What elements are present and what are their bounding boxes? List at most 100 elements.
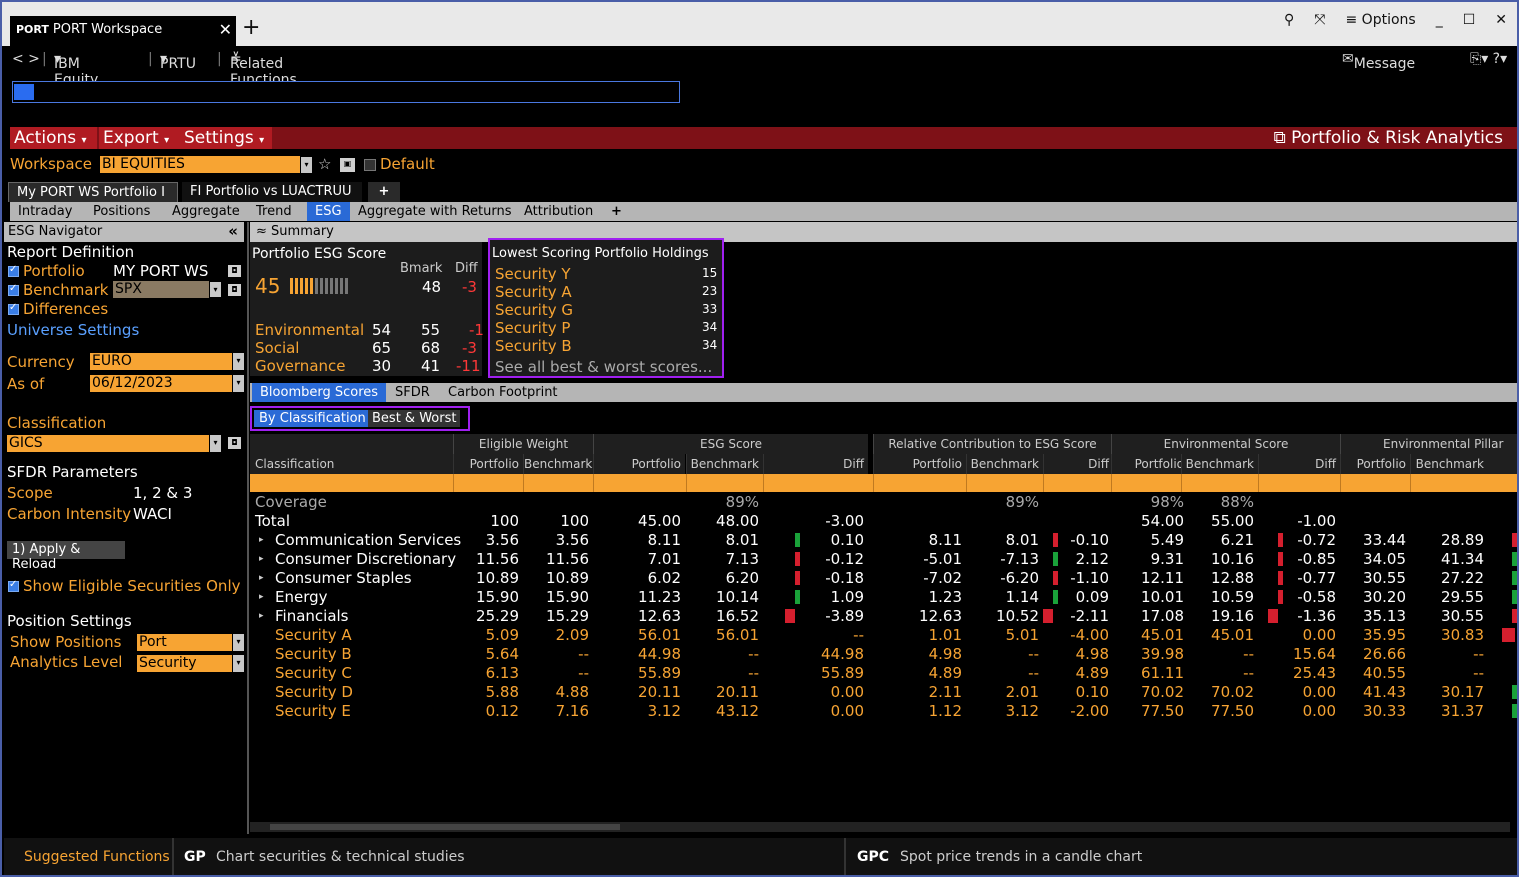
benchmark-dropdown-icon[interactable]: ▾ <box>210 282 221 297</box>
show-positions-dropdown-icon[interactable]: ▾ <box>233 634 244 651</box>
window-tab[interactable]: PORT PORT Workspace ✕ <box>10 16 236 46</box>
portfolio-checkbox[interactable] <box>8 264 19 277</box>
add-sub-tab-icon[interactable]: + <box>611 204 622 219</box>
table-row[interactable]: Security D 5.88 4.88 20.11 20.11 0.00 2.11 2.01… <box>250 683 1517 702</box>
analytics-level-field[interactable]: Security <box>137 655 232 672</box>
differences-checkbox[interactable] <box>8 302 19 315</box>
column-header[interactable]: Benchmark <box>1181 454 1258 474</box>
universe-settings-link[interactable]: Universe Settings <box>7 321 139 339</box>
options-button[interactable]: ≡ Options <box>1345 12 1415 28</box>
table-row[interactable]: Security B 5.64 -- 44.98 -- 44.98 4.98 -- 4.98 39… <box>250 645 1517 664</box>
message-button[interactable]: ✉ Message <box>1342 51 1415 72</box>
column-header[interactable]: Portfolio <box>453 454 523 474</box>
currency-dropdown-icon[interactable]: ▾ <box>233 353 244 370</box>
classification-header[interactable]: Classification <box>250 454 453 474</box>
classification-dropdown-icon[interactable]: ▾ <box>210 435 221 452</box>
expand-icon[interactable]: ⤧ <box>1314 12 1325 28</box>
lowest-holding-name[interactable]: Security G <box>495 301 573 319</box>
currency-field[interactable]: EURO <box>90 353 232 370</box>
scrollbar-thumb[interactable] <box>270 824 620 830</box>
table-row[interactable]: Consumer Staples ▸ 10.89 10.89 6.02 6.20 -0.18… <box>250 569 1517 588</box>
table-row[interactable]: Communication Services ▸ 3.56 3.56 8.11 8.01 0… <box>250 531 1517 550</box>
classification-lookup-icon[interactable]: ◘ <box>228 437 241 449</box>
default-checkbox[interactable] <box>364 159 376 171</box>
see-all-link[interactable]: See all best & worst scores... <box>495 358 712 376</box>
benchmark-field[interactable]: SPX <box>113 281 209 298</box>
tab-trend[interactable]: Trend <box>256 204 292 219</box>
gpc-function-code[interactable]: GPC <box>857 849 889 865</box>
table-row[interactable]: Energy ▸ 15.90 15.90 11.23 10.14 1.09 1.23 1.14 0… <box>250 588 1517 607</box>
export-menu[interactable]: Export ▾ <box>99 127 184 149</box>
table-row[interactable]: Security A 5.09 2.09 56.01 56.01 -- 1.01 5.01 -4… <box>250 626 1517 645</box>
gp-function-code[interactable]: GP <box>184 849 206 865</box>
expand-row-icon[interactable]: ▸ <box>259 531 264 550</box>
expand-row-icon[interactable]: ▸ <box>259 588 264 607</box>
tab-positions[interactable]: Positions <box>93 204 150 219</box>
collapse-icon[interactable]: « <box>228 222 238 240</box>
expand-row-icon[interactable]: ▸ <box>259 550 264 569</box>
workspace-dropdown-icon[interactable]: ▾ <box>301 157 312 173</box>
summary-header[interactable]: ≈ Summary <box>250 222 1517 242</box>
column-header[interactable]: Portfolio <box>873 454 966 474</box>
expand-row-icon[interactable]: ▸ <box>259 607 264 626</box>
scope-value[interactable]: 1, 2 & 3 <box>133 484 192 502</box>
column-header[interactable]: Benchmark <box>966 454 1043 474</box>
table-row[interactable]: Consumer Discretionary ▸ 11.56 11.56 7.01 7.1… <box>250 550 1517 569</box>
lowest-holding-name[interactable]: Security P <box>495 319 570 337</box>
doc-tab-1[interactable]: My PORT WS Portfolio I <box>8 182 178 202</box>
tab-esg[interactable]: ESG <box>307 202 350 221</box>
classification-field[interactable]: GICS <box>7 435 209 452</box>
table-row[interactable]: Total 100 100 45.00 48.00 -3.00 54.00 55.00 -1.0… <box>250 512 1517 531</box>
close-tab-icon[interactable]: ✕ <box>219 20 232 39</box>
search-person-icon[interactable]: ⚲ <box>1284 12 1294 28</box>
horizontal-scrollbar[interactable] <box>250 822 1510 832</box>
table-row[interactable]: Security C 6.13 -- 55.89 -- 55.89 4.89 -- 4.89 61… <box>250 664 1517 683</box>
column-header[interactable]: Benchmark <box>1410 454 1488 474</box>
settings-menu[interactable]: Settings ▾ <box>180 127 272 149</box>
tab-carbon-footprint[interactable]: Carbon Footprint <box>448 385 558 400</box>
expand-row-icon[interactable]: ▸ <box>259 569 264 588</box>
table-row[interactable]: Security E 0.12 7.16 3.12 43.12 0.00 1.12 3.12 -… <box>250 702 1517 721</box>
column-header[interactable]: Diff <box>763 454 868 474</box>
column-header[interactable]: Diff <box>1258 454 1340 474</box>
doc-tab-2[interactable]: FI Portfolio vs LUACTRUU <box>182 182 362 202</box>
gp-function-desc[interactable]: Chart securities & technical studies <box>216 849 465 865</box>
column-header[interactable]: Portfolio <box>1340 454 1410 474</box>
back-forward-icon[interactable]: < > <box>12 51 40 67</box>
portfolio-lookup-icon[interactable]: ◘ <box>228 265 241 277</box>
lowest-holding-name[interactable]: Security B <box>495 337 572 355</box>
maximize-icon[interactable]: ☐ <box>1463 12 1476 28</box>
gpc-function-desc[interactable]: Spot price trends in a candle chart <box>900 849 1142 865</box>
new-tab-icon[interactable]: + <box>242 16 260 40</box>
show-eligible-checkbox[interactable] <box>8 579 19 592</box>
tab-best-worst[interactable]: Best & Worst <box>368 410 461 427</box>
function-dropdown[interactable]: PRTU ▾ <box>160 51 196 72</box>
apply-reload-button[interactable]: 1) Apply & Reload <box>7 541 125 572</box>
minimize-icon[interactable]: _ <box>1436 12 1443 28</box>
column-header[interactable]: Diff <box>1043 454 1113 474</box>
column-header[interactable]: Portfolio <box>593 454 685 474</box>
actions-menu[interactable]: Actions ▾ <box>10 127 97 149</box>
filter-row[interactable] <box>250 474 1517 492</box>
column-header[interactable]: Benchmark <box>523 454 593 474</box>
analytics-level-dropdown-icon[interactable]: ▾ <box>233 655 244 672</box>
benchmark-checkbox[interactable] <box>8 283 19 296</box>
add-doc-tab-icon[interactable]: + <box>368 182 400 202</box>
lowest-holding-name[interactable]: Security Y <box>495 265 571 283</box>
star-icon[interactable]: ☆ <box>318 155 331 173</box>
command-line[interactable] <box>12 81 680 103</box>
tab-aggregate[interactable]: Aggregate <box>172 204 240 219</box>
carbon-value[interactable]: WACI <box>133 505 172 523</box>
save-icon[interactable]: ▣ <box>340 158 355 172</box>
tab-attribution[interactable]: Attribution <box>524 204 593 219</box>
column-header[interactable]: Benchmark <box>686 454 763 474</box>
help-icon[interactable]: ⎘▾ ?▾ <box>1470 51 1507 67</box>
tab-by-classification[interactable]: By Classification <box>254 410 371 427</box>
show-positions-field[interactable]: Port <box>137 634 232 651</box>
column-header[interactable]: Portfolio <box>1111 454 1188 474</box>
asof-dropdown-icon[interactable]: ▾ <box>233 375 244 392</box>
tab-aggregate-with-returns[interactable]: Aggregate with Returns <box>358 204 512 219</box>
portfolio-value[interactable]: MY PORT WS <box>113 262 208 280</box>
lowest-holding-name[interactable]: Security A <box>495 283 572 301</box>
asof-field[interactable]: 06/12/2023 <box>90 375 232 392</box>
